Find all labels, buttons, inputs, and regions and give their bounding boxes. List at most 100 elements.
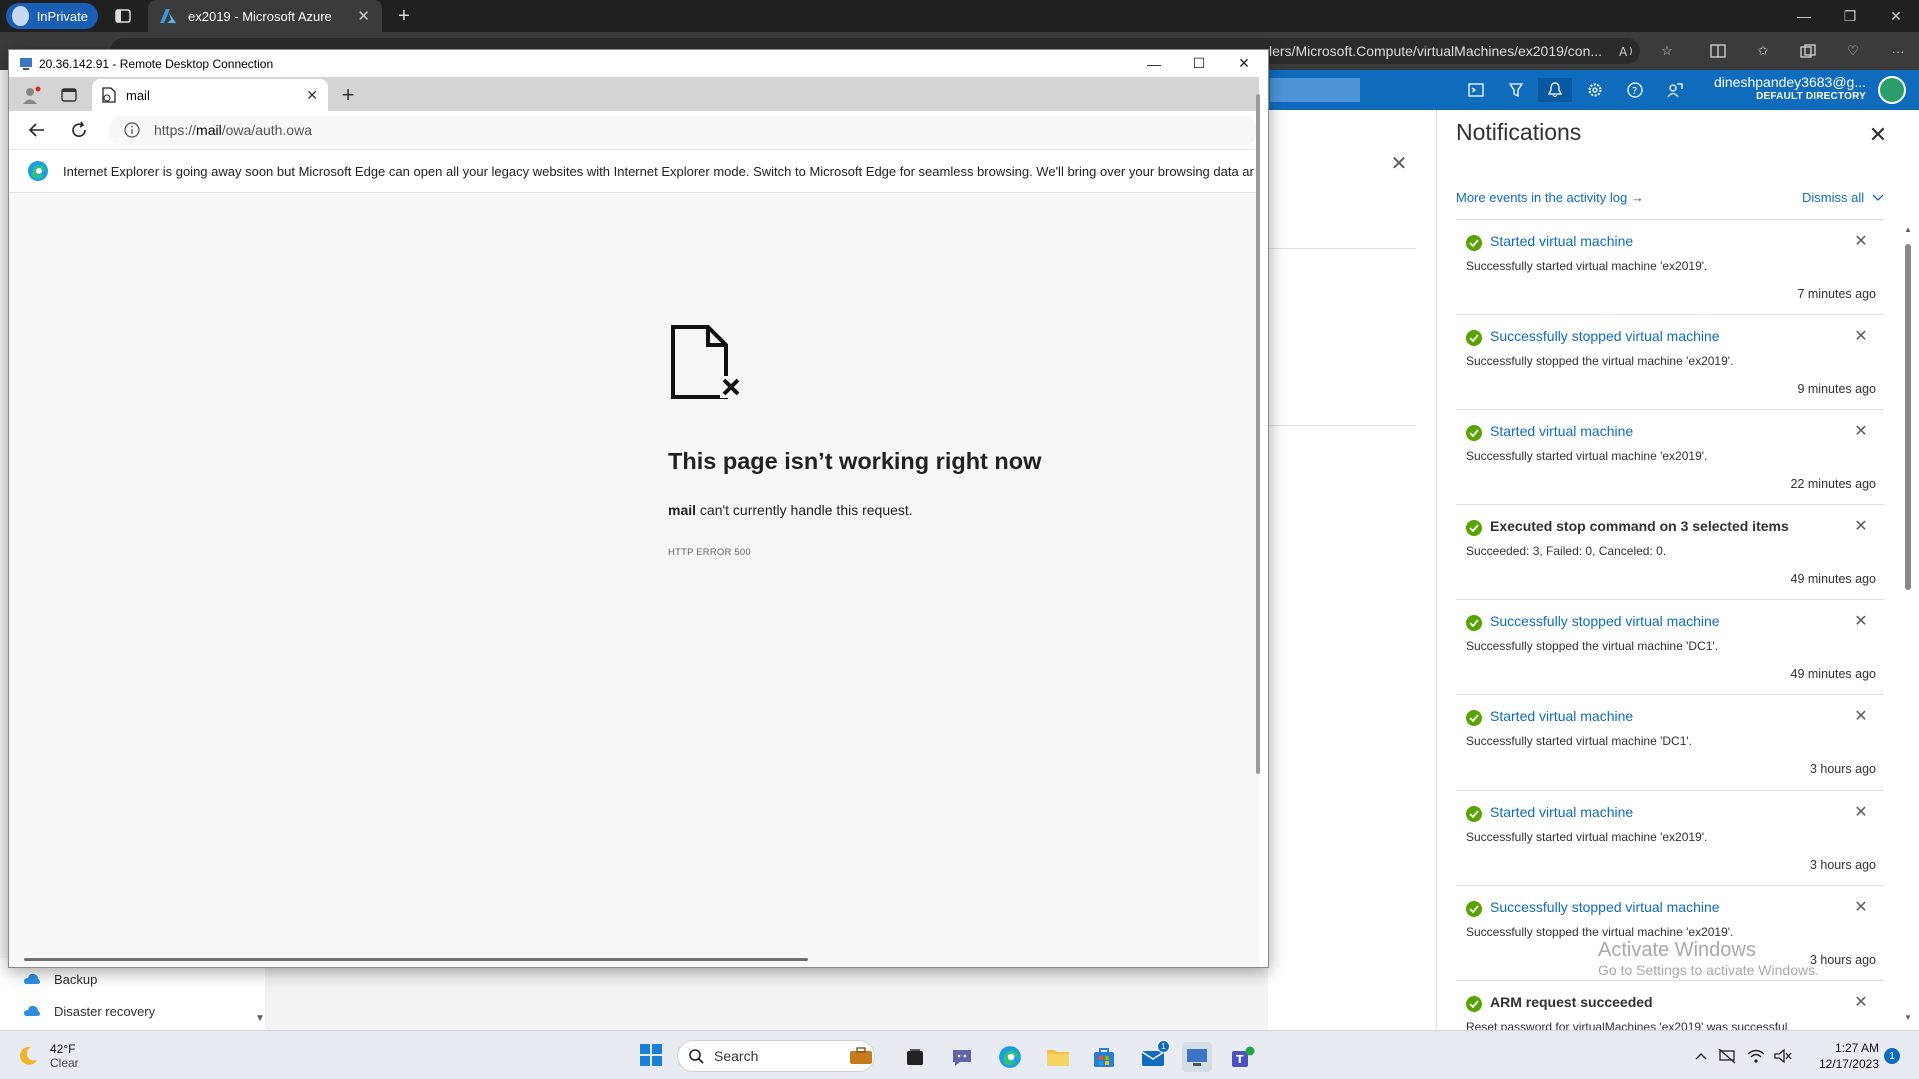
close-notifications-icon[interactable]: ✕ <box>1865 122 1891 148</box>
remote-horizontal-scrollbar[interactable] <box>24 958 808 961</box>
notifications-scrollbar[interactable] <box>1905 244 1911 590</box>
rdp-app-icon <box>19 57 33 71</box>
close-tab-icon[interactable]: ✕ <box>357 7 370 25</box>
notification-item[interactable]: Successfully stopped virtual machine ✕ S… <box>1456 599 1884 694</box>
cloud-shell-icon[interactable] <box>1459 78 1493 102</box>
teams-icon[interactable]: T <box>1228 1042 1258 1072</box>
favorites-icon[interactable]: ✩ <box>1748 38 1778 64</box>
feedback-icon[interactable] <box>1658 78 1692 102</box>
dismiss-notification-icon[interactable]: ✕ <box>1852 993 1870 1011</box>
rdp-maximize-button[interactable]: ☐ <box>1176 50 1222 77</box>
clock-time: 1:27 AM <box>1834 1041 1879 1055</box>
new-tab-button[interactable]: + <box>392 5 416 27</box>
remote-tab-mail[interactable]: mail ✕ <box>92 79 328 111</box>
remote-address-bar[interactable]: https://mail/owa/auth.owa <box>108 115 1258 145</box>
notification-item[interactable]: Started virtual machine ✕ Successfully s… <box>1456 409 1884 504</box>
dismiss-notification-icon[interactable]: ✕ <box>1852 898 1870 916</box>
notification-message: Successfully started virtual machine 'ex… <box>1466 449 1708 464</box>
close-blade-icon[interactable]: ✕ <box>1388 152 1410 175</box>
dismiss-notification-icon[interactable]: ✕ <box>1852 327 1870 345</box>
file-explorer-icon[interactable] <box>1043 1042 1073 1072</box>
collections-icon[interactable] <box>1793 38 1823 64</box>
new-tab-button[interactable]: + <box>334 82 362 107</box>
azure-search-box[interactable] <box>1270 78 1360 102</box>
task-view-icon[interactable] <box>900 1042 930 1072</box>
tab-actions-icon[interactable] <box>112 6 134 26</box>
tab-actions-icon[interactable] <box>58 84 80 106</box>
dismiss-notification-icon[interactable]: ✕ <box>1852 707 1870 725</box>
dismiss-notification-icon[interactable]: ✕ <box>1852 612 1870 630</box>
read-aloud-icon[interactable]: A <box>1612 38 1642 64</box>
ie-retirement-banner: Internet Explorer is going away soon but… <box>9 149 1259 193</box>
notification-title[interactable]: Successfully stopped virtual machine <box>1490 899 1720 915</box>
scroll-down-icon[interactable]: ▼ <box>1903 1012 1913 1022</box>
directory-filter-icon[interactable] <box>1499 78 1533 102</box>
taskbar-search[interactable]: Search <box>677 1040 875 1072</box>
rdp-title-bar[interactable]: 20.36.142.91 - Remote Desktop Connection <box>9 50 1268 77</box>
favorite-star-icon[interactable]: ☆ <box>1652 38 1682 64</box>
scroll-down-icon[interactable]: ▼ <box>254 1012 266 1024</box>
wifi-icon[interactable] <box>1742 1049 1770 1063</box>
dismiss-notification-icon[interactable]: ✕ <box>1852 422 1870 440</box>
rdp-close-button[interactable]: ✕ <box>1221 50 1267 77</box>
dismiss-notification-icon[interactable]: ✕ <box>1852 232 1870 250</box>
success-check-icon <box>1466 330 1482 347</box>
notification-item[interactable]: Started virtual machine ✕ Successfully s… <box>1456 694 1884 789</box>
dismiss-notification-icon[interactable]: ✕ <box>1852 517 1870 535</box>
notifications-bell-icon[interactable] <box>1538 78 1572 102</box>
notification-item[interactable]: Started virtual machine ✕ Successfully s… <box>1456 789 1884 885</box>
split-screen-icon[interactable] <box>1703 38 1733 64</box>
notification-item[interactable]: Successfully stopped virtual machine ✕ S… <box>1456 314 1884 409</box>
notification-title[interactable]: Started virtual machine <box>1490 423 1633 439</box>
minimize-button[interactable]: — <box>1781 0 1827 32</box>
inprivate-button[interactable]: InPrivate <box>6 3 98 29</box>
browser-tab-azure[interactable]: ex2019 - Microsoft Azure ✕ <box>148 0 382 32</box>
nav-item-disaster-recovery[interactable]: Disaster recovery <box>24 998 155 1024</box>
remote-vertical-scrollbar[interactable] <box>1256 94 1260 774</box>
show-hidden-icons-chevron-icon[interactable] <box>1690 1052 1712 1060</box>
notification-title[interactable]: Successfully stopped virtual machine <box>1490 328 1720 344</box>
activity-log-link[interactable]: More events in the activity log → <box>1456 190 1644 205</box>
user-avatar[interactable] <box>1878 76 1906 104</box>
settings-gear-icon[interactable] <box>1578 78 1612 102</box>
notification-item[interactable]: Executed stop command on 3 selected item… <box>1456 504 1884 599</box>
restore-button[interactable]: ❐ <box>1827 0 1873 32</box>
tab-title: ex2019 - Microsoft Azure <box>188 8 332 24</box>
dismiss-notification-icon[interactable]: ✕ <box>1852 803 1870 821</box>
mail-icon[interactable]: 1 <box>1138 1040 1170 1072</box>
notification-title[interactable]: Started virtual machine <box>1490 804 1633 820</box>
disaster-recovery-icon <box>24 1003 40 1019</box>
teams-chat-icon[interactable] <box>947 1042 977 1072</box>
network-disconnected-icon[interactable] <box>1712 1048 1742 1064</box>
browser-essentials-icon[interactable]: ♡ <box>1838 38 1868 64</box>
notification-time: 49 minutes ago <box>1790 667 1876 682</box>
back-arrow-icon[interactable] <box>24 117 50 143</box>
clock[interactable]: 1:27 AM 12/17/2023 <box>1813 1040 1879 1072</box>
scroll-up-icon[interactable]: ▲ <box>1903 224 1913 234</box>
settings-more-icon[interactable]: ··· <box>1883 38 1913 64</box>
notification-title[interactable]: Started virtual machine <box>1490 708 1633 724</box>
success-check-icon <box>1466 520 1482 537</box>
notification-time: 7 minutes ago <box>1797 287 1876 301</box>
rdp-minimize-button[interactable]: — <box>1131 50 1177 77</box>
notification-item[interactable]: Started virtual machine ✕ Successfully s… <box>1456 219 1884 314</box>
notifications-title: Notifications <box>1456 119 1582 145</box>
weather-widget[interactable]: 42°F Clear <box>16 1040 79 1072</box>
remote-desktop-icon[interactable] <box>1182 1042 1212 1072</box>
microsoft-store-icon[interactable] <box>1089 1042 1119 1072</box>
close-window-button[interactable]: ✕ <box>1873 0 1919 32</box>
profile-icon[interactable] <box>18 84 44 106</box>
edge-browser-icon[interactable] <box>995 1042 1025 1072</box>
nav-item-backup[interactable]: Backup <box>24 966 97 992</box>
close-tab-icon[interactable]: ✕ <box>306 87 318 104</box>
windows-start-icon[interactable] <box>639 1043 663 1067</box>
help-icon[interactable]: ? <box>1618 78 1652 102</box>
volume-muted-icon[interactable] <box>1770 1049 1796 1063</box>
notification-center-badge[interactable]: 1 <box>1884 1048 1900 1064</box>
dismiss-all-button[interactable]: Dismiss all <box>1802 190 1884 205</box>
svg-text:?: ? <box>1632 86 1637 97</box>
notification-title[interactable]: Successfully stopped virtual machine <box>1490 613 1720 629</box>
refresh-icon[interactable] <box>66 117 92 143</box>
notification-title[interactable]: Started virtual machine <box>1490 233 1633 249</box>
account-menu[interactable]: dineshpandey3683@g... DEFAULT DIRECTORY <box>1690 73 1866 107</box>
